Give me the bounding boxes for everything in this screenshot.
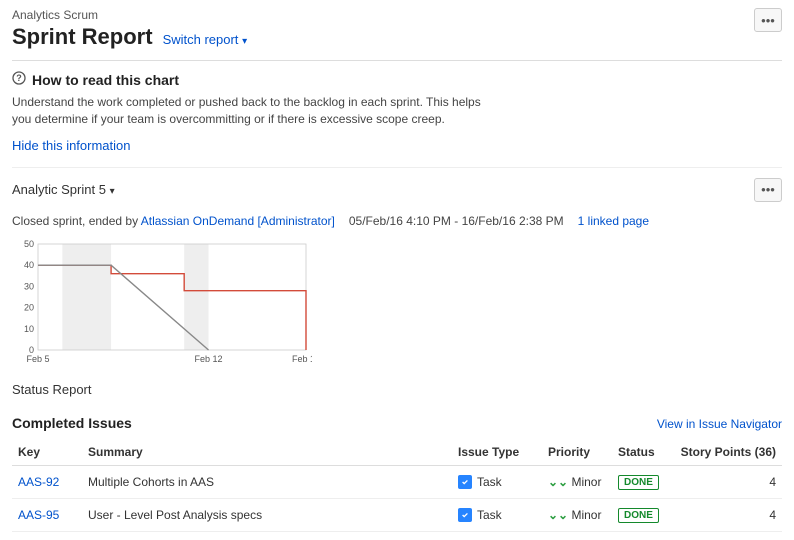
svg-text:20: 20 bbox=[24, 302, 34, 312]
issue-key-link[interactable]: AAS-92 bbox=[18, 475, 59, 489]
status-badge: DONE bbox=[618, 508, 659, 523]
view-in-issue-navigator-link[interactable]: View in Issue Navigator bbox=[657, 417, 782, 431]
page-title: Sprint Report bbox=[12, 24, 153, 50]
svg-text:Feb 16: Feb 16 bbox=[292, 354, 312, 364]
sprint-date-range: 05/Feb/16 4:10 PM - 16/Feb/16 2:38 PM bbox=[349, 214, 564, 228]
svg-text:10: 10 bbox=[24, 323, 34, 333]
priority-label: Minor bbox=[571, 475, 601, 489]
svg-text:40: 40 bbox=[24, 260, 34, 270]
ellipsis-icon: ••• bbox=[761, 13, 775, 28]
breadcrumb[interactable]: Analytics Scrum bbox=[12, 8, 247, 22]
sprint-name-label: Analytic Sprint 5 bbox=[12, 182, 106, 197]
svg-text:Feb 12: Feb 12 bbox=[195, 354, 223, 364]
priority-minor-icon: ⌄⌄ bbox=[548, 475, 568, 489]
table-row: AAS-92 Multiple Cohorts in AAS Task ⌄⌄ Mino… bbox=[12, 465, 782, 498]
ellipsis-icon: ••• bbox=[761, 182, 775, 197]
burndown-chart: 01020304050Feb 5Feb 12Feb 16 bbox=[12, 238, 782, 368]
switch-report-label: Switch report bbox=[163, 32, 239, 47]
svg-text:30: 30 bbox=[24, 281, 34, 291]
info-title: How to read this chart bbox=[32, 72, 179, 88]
task-icon bbox=[458, 508, 472, 522]
col-issue-type[interactable]: Issue Type bbox=[452, 439, 542, 466]
chevron-down-icon: ▾ bbox=[242, 36, 247, 47]
priority-label: Minor bbox=[571, 508, 601, 522]
issue-key-link[interactable]: AAS-95 bbox=[18, 508, 59, 522]
closed-sprint-label: Closed sprint, ended by bbox=[12, 214, 138, 228]
svg-text:Feb 5: Feb 5 bbox=[26, 354, 49, 364]
col-story-points[interactable]: Story Points (36) bbox=[672, 439, 782, 466]
help-icon: ? bbox=[12, 71, 26, 88]
issue-summary: Multiple Cohorts in AAS bbox=[82, 465, 452, 498]
linked-pages-link[interactable]: 1 linked page bbox=[578, 214, 649, 228]
issue-type-label: Task bbox=[477, 508, 502, 522]
info-description: Understand the work completed or pushed … bbox=[12, 94, 492, 128]
issue-summary: User - Level Post Analysis specs bbox=[82, 498, 452, 531]
table-row: AAS-95 User - Level Post Analysis specs Ta… bbox=[12, 498, 782, 531]
col-status[interactable]: Status bbox=[612, 439, 672, 466]
completed-issues-heading: Completed Issues bbox=[12, 415, 132, 431]
more-actions-button[interactable]: ••• bbox=[754, 8, 782, 32]
chart-info-panel: ? How to read this chart Understand the … bbox=[12, 71, 782, 153]
status-report-heading: Status Report bbox=[12, 382, 782, 397]
story-points-value: 4 bbox=[672, 498, 782, 531]
svg-text:50: 50 bbox=[24, 239, 34, 249]
chevron-down-icon: ▾ bbox=[110, 186, 115, 197]
ended-by-user-link[interactable]: Atlassian OnDemand [Administrator] bbox=[141, 214, 335, 228]
priority-minor-icon: ⌄⌄ bbox=[548, 508, 568, 522]
switch-report-link[interactable]: Switch report ▾ bbox=[163, 32, 248, 47]
col-summary[interactable]: Summary bbox=[82, 439, 452, 466]
status-badge: DONE bbox=[618, 475, 659, 490]
task-icon bbox=[458, 475, 472, 489]
sprint-more-actions-button[interactable]: ••• bbox=[754, 178, 782, 202]
col-key[interactable]: Key bbox=[12, 439, 82, 466]
col-priority[interactable]: Priority bbox=[542, 439, 612, 466]
story-points-value: 4 bbox=[672, 465, 782, 498]
issue-type-label: Task bbox=[477, 475, 502, 489]
completed-issues-table: Key Summary Issue Type Priority Status S… bbox=[12, 439, 782, 532]
hide-info-link[interactable]: Hide this information bbox=[12, 138, 782, 153]
svg-text:?: ? bbox=[16, 73, 22, 83]
sprint-selector[interactable]: Analytic Sprint 5 ▾ bbox=[12, 182, 115, 197]
